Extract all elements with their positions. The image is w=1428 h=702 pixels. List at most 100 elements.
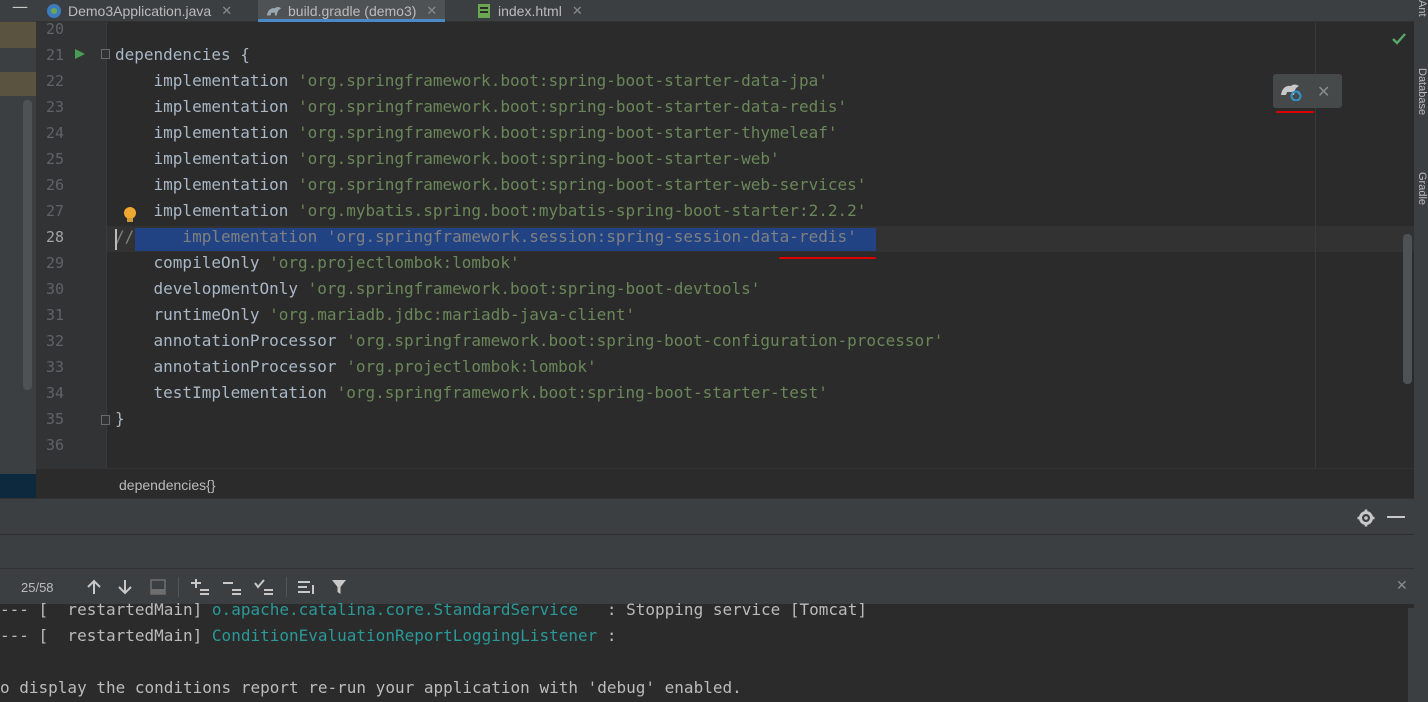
line-number: 29 — [45, 254, 64, 272]
tool-window-gradle[interactable]: Gradle — [1414, 172, 1428, 232]
console-output[interactable]: --- [ restartedMain] o.apache.catalina.c… — [0, 600, 1414, 702]
inspection-ok-icon[interactable] — [1391, 32, 1407, 46]
line-number: 32 — [45, 332, 64, 350]
collapse-all-icon[interactable] — [222, 577, 242, 597]
show-passed-icon[interactable] — [254, 577, 274, 597]
code-line: implementation 'org.springframework.boot… — [115, 146, 780, 172]
spring-boot-icon — [46, 3, 62, 19]
code-token: implementation — [115, 97, 299, 116]
line-number: 25 — [45, 150, 64, 168]
line-number: 34 — [45, 384, 64, 402]
run-tabs-bar — [0, 534, 1414, 568]
line-number: 24 — [45, 124, 64, 142]
right-tool-strip: Ant Database Gradle — [1414, 0, 1428, 702]
console-text: : — [597, 626, 617, 645]
string-token: 'org.projectlombok:lombok' — [346, 357, 597, 376]
console-text: --- [ restartedMain] — [0, 626, 212, 645]
hide-panel-icon[interactable] — [1387, 516, 1405, 518]
expand-all-icon[interactable] — [190, 577, 210, 597]
console-scrollbar[interactable] — [1408, 608, 1414, 702]
line-number: 33 — [45, 358, 64, 376]
console-text: o display the conditions report re-run y… — [0, 678, 742, 697]
toolbar-separator — [286, 577, 287, 597]
code-token: annotationProcessor — [115, 357, 347, 376]
close-icon[interactable]: ✕ — [572, 3, 583, 19]
fold-marker-icon[interactable] — [101, 49, 110, 59]
code-line: dependencies { — [115, 42, 250, 68]
tab-index-html[interactable]: index.html ✕ — [476, 0, 583, 21]
code-token: runtimeOnly — [115, 305, 270, 324]
code-line: implementation 'org.springframework.boot… — [115, 94, 848, 120]
gradle-icon — [266, 3, 282, 19]
line-number: 31 — [45, 306, 64, 324]
intention-bulb-icon[interactable] — [123, 206, 137, 224]
load-gradle-changes-popup: ✕ — [1273, 74, 1342, 108]
tool-window-ant[interactable]: Ant — [1414, 0, 1428, 44]
code-token: } — [115, 409, 125, 428]
fold-marker-icon[interactable] — [101, 415, 110, 425]
project-tool-strip: — — [0, 0, 36, 498]
code-line: } — [115, 406, 125, 432]
line-number: 22 — [45, 72, 64, 90]
project-scrollbar[interactable] — [23, 100, 32, 390]
code-editor[interactable]: 20 21 dependencies {22 implementation 'org… — [36, 22, 1414, 468]
comment-token: implementation 'org.springframework.sess… — [134, 227, 857, 246]
down-arrow-icon[interactable] — [115, 577, 135, 597]
minimize-icon[interactable]: — — [12, 0, 28, 15]
code-token: annotationProcessor — [115, 331, 347, 350]
tab-label: index.html — [498, 2, 562, 19]
string-token: 'org.springframework.boot:spring-boot-st… — [336, 383, 828, 402]
load-gradle-changes-button[interactable] — [1273, 74, 1309, 108]
code-token: implementation — [115, 71, 299, 90]
code-line: implementation 'org.springframework.boot… — [115, 172, 867, 198]
line-number: 30 — [45, 280, 64, 298]
line-number: 23 — [45, 98, 64, 116]
string-token: 'org.mariadb.jdbc:mariadb-java-client' — [269, 305, 636, 324]
code-line: developmentOnly 'org.springframework.boo… — [115, 276, 761, 302]
code-line: // implementation 'org.springframework.s… — [115, 224, 857, 250]
tab-build-gradle[interactable]: build.gradle (demo3) ✕ — [258, 0, 446, 22]
close-icon[interactable]: ✕ — [426, 3, 437, 19]
breadcrumb[interactable]: dependencies{} — [119, 477, 216, 493]
tab-label: build.gradle (demo3) — [288, 2, 417, 19]
string-token: 'org.springframework.boot:spring-boot-st… — [298, 71, 828, 90]
editor-tab-bar: Demo3Application.java ✕ build.gradle (de… — [36, 0, 1414, 22]
string-token: 'org.mybatis.spring.boot:mybatis-spring-… — [298, 201, 867, 220]
match-counter: 25/58 — [21, 580, 54, 595]
run-gutter-icon[interactable] — [74, 48, 86, 60]
console-text: --- [ restartedMain] — [0, 600, 212, 619]
code-token: implementation — [115, 149, 299, 168]
project-tree-selection — [0, 474, 36, 498]
up-arrow-icon[interactable] — [84, 577, 104, 597]
tool-window-header — [0, 498, 1414, 534]
code-token: implementation — [115, 175, 299, 194]
project-tree-highlight — [0, 22, 36, 48]
code-line: annotationProcessor 'org.springframework… — [115, 328, 944, 354]
sort-icon[interactable] — [296, 577, 316, 597]
code-token: implementation — [115, 201, 299, 220]
code-line: implementation 'org.mybatis.spring.boot:… — [115, 198, 867, 224]
code-line: implementation 'org.springframework.boot… — [115, 120, 838, 146]
close-icon[interactable]: ✕ — [1396, 578, 1408, 594]
code-line: runtimeOnly 'org.mariadb.jdbc:mariadb-ja… — [115, 302, 636, 328]
breadcrumb-bar: dependencies{} — [36, 468, 1414, 498]
code-token: implementation — [115, 123, 299, 142]
editor-scrollbar[interactable] — [1403, 234, 1412, 384]
code-line: annotationProcessor 'org.projectlombok:l… — [115, 354, 597, 380]
tab-demo3application[interactable]: Demo3Application.java ✕ — [46, 0, 232, 21]
line-number: 36 — [45, 436, 64, 454]
string-token: 'org.springframework.boot:spring-boot-co… — [346, 331, 944, 350]
comment-token: // — [115, 227, 135, 246]
close-icon[interactable]: ✕ — [1317, 82, 1330, 101]
annotation-underline — [1276, 111, 1314, 113]
gear-icon[interactable] — [1357, 509, 1375, 527]
string-token: 'org.springframework.boot:spring-boot-st… — [298, 175, 867, 194]
filter-icon[interactable] — [329, 577, 349, 597]
tool-window-database[interactable]: Database — [1414, 68, 1428, 148]
console-line: o display the conditions report re-run y… — [0, 675, 742, 701]
line-number: 26 — [45, 176, 64, 194]
console-text: : Stopping service [Tomcat] — [577, 600, 867, 619]
restore-layout-icon[interactable] — [148, 577, 168, 597]
toolbar-separator — [178, 577, 179, 597]
close-icon[interactable]: ✕ — [221, 3, 232, 19]
